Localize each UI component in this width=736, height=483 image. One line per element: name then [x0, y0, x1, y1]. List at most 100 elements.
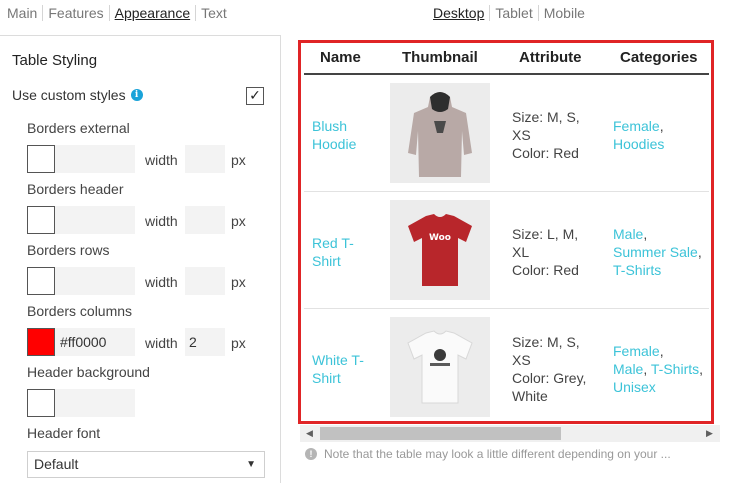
scroll-left-icon[interactable]: ◀	[306, 428, 313, 439]
borders-rows-color-swatch[interactable]	[27, 267, 55, 295]
header-background-color-swatch[interactable]	[27, 389, 55, 417]
tab-separator	[108, 5, 110, 21]
use-custom-styles-row: Use custom styles i	[12, 87, 143, 103]
borders-columns-color-swatch[interactable]	[27, 328, 55, 356]
borders-columns-unit: px	[231, 335, 246, 351]
info-icon[interactable]: i	[130, 89, 143, 101]
product-name-link[interactable]: Blush Hoodie	[312, 117, 382, 153]
borders-header-width-label: width	[145, 213, 178, 229]
product-categories: Male, Summer Sale, T-Shirts	[613, 226, 702, 278]
product-name-link[interactable]: White T-Shirt	[312, 351, 382, 387]
borders-header-unit: px	[231, 213, 246, 229]
borders-header-color-input[interactable]	[55, 206, 135, 234]
borders-header-label: Borders header	[27, 181, 124, 197]
row-divider	[304, 308, 709, 309]
category-link[interactable]: T-Shirts	[613, 262, 661, 278]
tab-separator	[195, 5, 197, 21]
attr-line: Color: Grey,	[512, 370, 587, 386]
borders-rows-unit: px	[231, 274, 246, 290]
category-link[interactable]: Hoodies	[613, 136, 664, 152]
borders-header-width-input[interactable]	[185, 206, 225, 234]
header-font-select[interactable]: Default ▼	[27, 451, 265, 478]
tab-desktop[interactable]: Desktop	[433, 5, 484, 21]
borders-rows-label: Borders rows	[27, 242, 110, 258]
borders-columns-width-label: width	[145, 335, 178, 351]
device-tabs: Desktop Tablet Mobile	[433, 5, 585, 21]
attr-line: White	[512, 388, 548, 404]
product-attribute: Size: M, S, XS Color: Red	[512, 108, 602, 162]
header-font-label: Header font	[27, 425, 101, 441]
column-header-categories[interactable]: Categories	[620, 49, 698, 66]
borders-external-width-input[interactable]	[185, 145, 225, 173]
red-tshirt-image: Woo	[390, 200, 490, 300]
attr-line: XL	[512, 244, 530, 260]
borders-columns-label: Borders columns	[27, 303, 133, 319]
tab-main[interactable]: Main	[7, 5, 37, 21]
tab-separator	[489, 5, 491, 21]
product-thumbnail-white-tshirt[interactable]	[390, 317, 490, 417]
product-name-link[interactable]: Red T-Shirt	[312, 234, 382, 270]
scroll-right-icon[interactable]: ▶	[706, 428, 713, 439]
svg-text:Woo: Woo	[429, 233, 451, 243]
white-tshirt-image	[390, 317, 490, 417]
header-background-label: Header background	[27, 364, 150, 380]
tab-tablet[interactable]: Tablet	[495, 5, 532, 21]
borders-external-width-label: width	[145, 152, 178, 168]
hoodie-image	[390, 83, 490, 183]
header-background-color-input[interactable]	[55, 389, 135, 417]
attr-line: Size: M, S,	[512, 109, 580, 125]
column-header-attribute[interactable]: Attribute	[519, 49, 582, 66]
horizontal-scrollbar[interactable]: ◀ ▶	[300, 425, 720, 442]
product-categories: Female, Hoodies	[613, 118, 665, 152]
borders-columns-color-input[interactable]: #ff0000	[55, 328, 135, 356]
attr-line: Color: Red	[512, 145, 579, 161]
borders-columns-width-input[interactable]: 2	[185, 328, 225, 356]
tab-mobile[interactable]: Mobile	[544, 5, 585, 21]
category-link[interactable]: T-Shirts	[651, 361, 699, 377]
main-tabs: Main Features Appearance Text	[7, 5, 227, 21]
attr-line: XS	[512, 352, 531, 368]
borders-rows-width-label: width	[145, 274, 178, 290]
tab-text[interactable]: Text	[201, 5, 227, 21]
tab-features[interactable]: Features	[48, 5, 103, 21]
column-header-name[interactable]: Name	[320, 49, 361, 66]
chevron-down-icon: ▼	[246, 459, 256, 470]
preview-note: ! Note that the table may look a little …	[305, 447, 671, 461]
borders-rows-width-input[interactable]	[185, 267, 225, 295]
attr-line: Size: M, S,	[512, 334, 580, 350]
panel-title: Table Styling	[12, 52, 98, 69]
borders-header-color-swatch[interactable]	[27, 206, 55, 234]
product-attribute: Size: L, M, XL Color: Red	[512, 225, 602, 279]
product-categories: Female, Male, T-Shirts, Unisex	[613, 343, 704, 395]
preview-note-text: Note that the table may look a little di…	[324, 447, 671, 461]
category-link[interactable]: Female	[613, 118, 660, 134]
tab-separator	[42, 5, 44, 21]
borders-rows-color-input[interactable]	[55, 267, 135, 295]
use-custom-styles-checkbox[interactable]: ✓	[246, 87, 264, 105]
header-divider	[304, 73, 709, 75]
attr-line: Color: Red	[512, 262, 579, 278]
attr-line: XS	[512, 127, 531, 143]
table-styling-panel: Table Styling Use custom styles i ✓ Bord…	[0, 35, 281, 483]
category-link[interactable]: Summer Sale	[613, 244, 698, 260]
product-attribute: Size: M, S, XS Color: Grey, White	[512, 333, 602, 405]
category-link[interactable]: Female	[613, 343, 660, 359]
borders-external-color-input[interactable]	[55, 145, 135, 173]
note-info-icon: !	[305, 448, 317, 460]
product-thumbnail-hoodie[interactable]	[390, 83, 490, 183]
category-link[interactable]: Male	[613, 226, 643, 242]
use-custom-styles-label: Use custom styles	[12, 87, 126, 103]
row-divider	[304, 191, 709, 192]
tab-appearance[interactable]: Appearance	[115, 5, 191, 21]
scrollbar-thumb[interactable]	[320, 427, 561, 440]
borders-external-color-swatch[interactable]	[27, 145, 55, 173]
category-link[interactable]: Male	[613, 361, 643, 377]
table-preview: Name Thumbnail Attribute Categories Blus…	[298, 40, 714, 424]
column-header-thumbnail[interactable]: Thumbnail	[402, 49, 478, 66]
product-thumbnail-red-tshirt[interactable]: Woo	[390, 200, 490, 300]
borders-external-unit: px	[231, 152, 246, 168]
category-link[interactable]: Unisex	[613, 379, 656, 395]
tab-separator	[537, 5, 539, 21]
header-font-value: Default	[34, 456, 79, 472]
attr-line: Size: L, M,	[512, 226, 579, 242]
